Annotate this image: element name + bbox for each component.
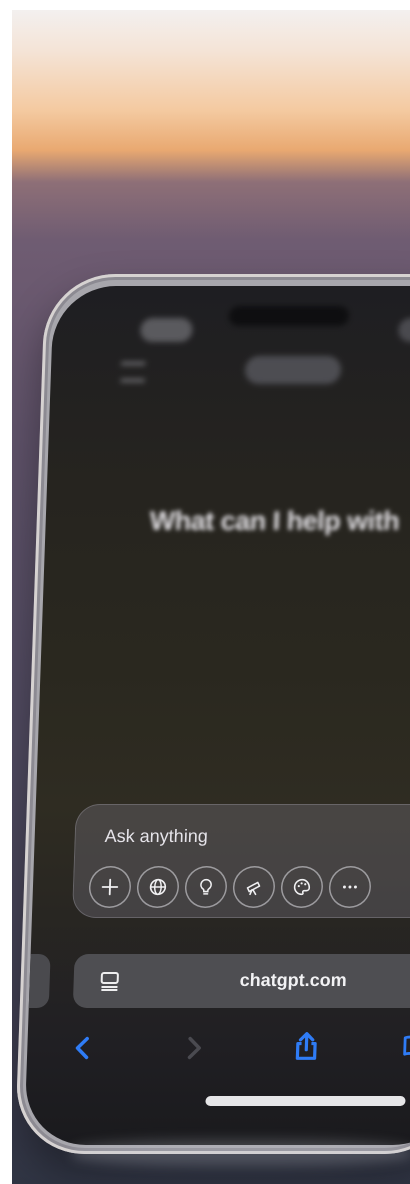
search-web-button[interactable]: [136, 866, 179, 908]
menu-icon[interactable]: [120, 362, 146, 382]
phone-screen: What can I help with Ask anything chatgp…: [23, 286, 410, 1145]
home-indicator: [205, 1096, 406, 1106]
previous-tab[interactable]: [23, 954, 51, 1008]
phone-reflection: [72, 1140, 410, 1166]
more-icon: [342, 885, 357, 889]
status-indicators: [397, 318, 410, 342]
create-image-button[interactable]: [280, 866, 323, 908]
more-button[interactable]: [328, 866, 371, 908]
globe-icon: [149, 878, 167, 896]
photo: What can I help with Ask anything chatgp…: [12, 10, 410, 1184]
palette-icon: [293, 878, 311, 896]
headline: What can I help with: [149, 506, 400, 536]
back-icon[interactable]: [69, 1034, 98, 1062]
dynamic-island: [228, 306, 350, 326]
forward-icon[interactable]: [179, 1034, 208, 1062]
model-selector[interactable]: [244, 356, 342, 384]
phone: What can I help with Ask anything chatgp…: [14, 274, 410, 1154]
reason-button[interactable]: [184, 866, 227, 908]
reader-icon[interactable]: [97, 969, 122, 993]
telescope-icon: [246, 881, 261, 896]
deep-research-button[interactable]: [232, 866, 275, 908]
composer-input[interactable]: Ask anything: [104, 826, 208, 847]
share-icon[interactable]: [291, 1030, 322, 1062]
status-time: [139, 318, 193, 342]
composer[interactable]: Ask anything: [71, 804, 410, 918]
plus-icon: [101, 878, 119, 896]
composer-tools: [88, 866, 371, 908]
bookmarks-icon[interactable]: [401, 1032, 410, 1060]
lightbulb-icon: [200, 878, 212, 895]
add-button[interactable]: [88, 866, 131, 908]
address-bar[interactable]: chatgpt.com: [72, 954, 410, 1008]
url-text[interactable]: chatgpt.com: [239, 970, 347, 991]
